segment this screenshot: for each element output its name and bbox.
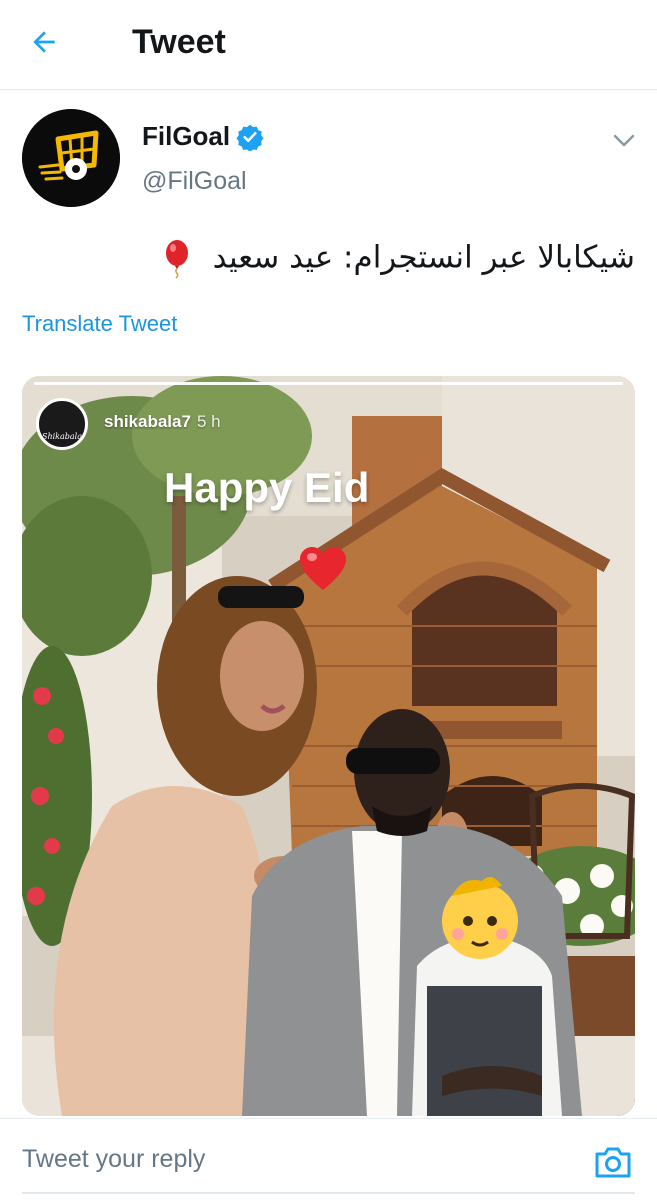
reply-input[interactable]: Tweet your reply	[22, 1145, 542, 1181]
author-avatar[interactable]	[22, 109, 120, 207]
tweet-text: شيكابالا عبر انستجرام: عيد سعيد	[161, 239, 635, 279]
arrow-left-icon	[33, 31, 55, 53]
tweet-menu-button[interactable]	[606, 123, 642, 159]
author-handle[interactable]: @FilGoal	[142, 167, 247, 196]
camera-icon	[595, 1147, 631, 1178]
translate-tweet-link[interactable]: Translate Tweet	[22, 311, 177, 337]
story-time: 5 h	[196, 412, 221, 431]
chevron-down-icon	[613, 134, 635, 147]
story-avatar-text: Shikabala	[41, 432, 83, 441]
verified-badge-icon	[236, 124, 264, 151]
top-bar: Tweet	[0, 0, 657, 90]
reply-bar: Tweet your reply	[0, 1118, 657, 1200]
back-button[interactable]	[22, 20, 66, 64]
camera-button[interactable]	[588, 1139, 638, 1185]
page-title: Tweet	[132, 23, 226, 61]
story-progress-bar	[34, 382, 623, 385]
tweet-text-content: شيكابالا عبر انستجرام: عيد سعيد	[212, 239, 635, 276]
author-name[interactable]: FilGoal	[142, 121, 230, 152]
story-caption: Happy Eid	[164, 464, 370, 511]
story-username: shikabala7 5 h	[104, 412, 221, 432]
tweet-photo[interactable]: Shikabala shikabala7 5 h Happy Eid	[22, 376, 635, 1116]
balloon-icon	[165, 240, 188, 279]
story-avatar: Shikabala	[36, 398, 88, 450]
story-username-text: shikabala7	[104, 412, 191, 431]
heart-icon	[300, 547, 346, 590]
filgoal-logo	[22, 109, 120, 207]
reply-underline	[22, 1192, 635, 1194]
